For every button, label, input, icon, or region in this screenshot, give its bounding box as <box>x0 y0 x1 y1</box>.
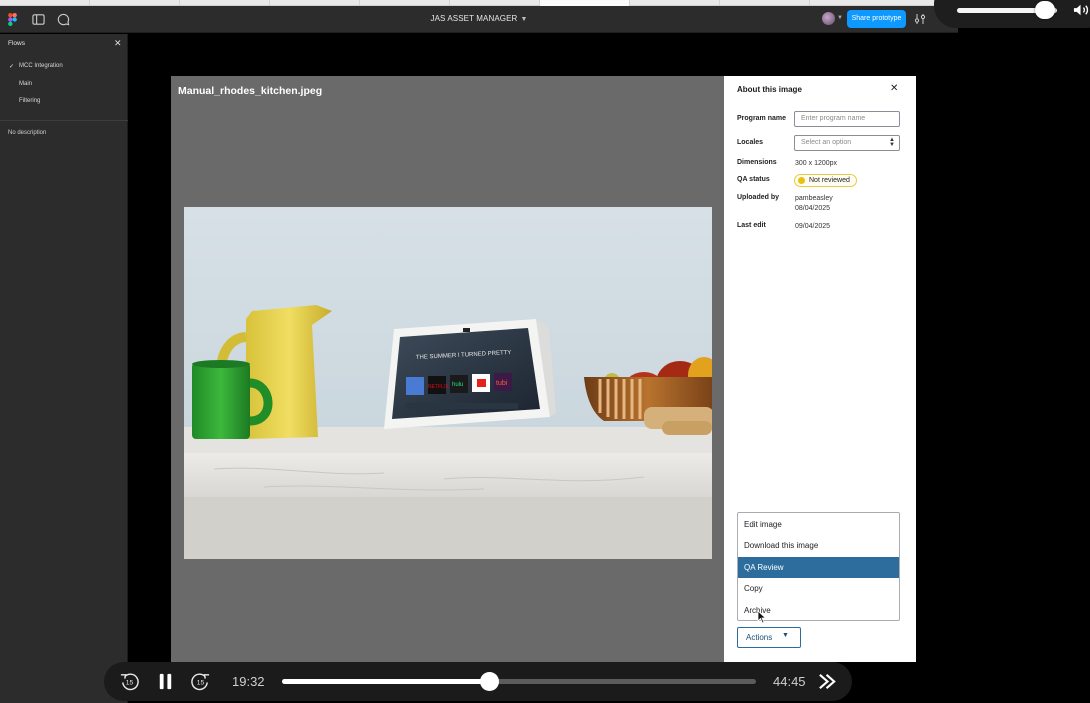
kitchen-scene-image: THE SUMMER I TURNED PRETTY NETFLIX hulu … <box>184 207 712 559</box>
image-preview-pane: Manual_rhodes_kitchen.jpeg THE SUMMER I … <box>171 76 724 662</box>
actions-menu: Edit image Download this image QA Review… <box>737 512 900 621</box>
menu-item-edit-image[interactable]: Edit image <box>738 514 899 535</box>
dimensions-value: 300 x 1200px <box>795 160 838 167</box>
file-title-text: JAS ASSET MANAGER <box>430 14 518 23</box>
volume-control <box>934 0 1090 28</box>
program-name-input[interactable]: Enter program name <box>794 111 900 127</box>
dimensions-label: Dimensions <box>737 159 777 166</box>
device-app-tubi: tubi <box>496 380 508 387</box>
select-arrows-icon: ▲ ▼ <box>889 137 895 148</box>
seek-bar-fill <box>282 679 490 684</box>
seek-bar-handle[interactable] <box>479 672 499 691</box>
menu-item-qa-review[interactable]: QA Review <box>738 557 899 578</box>
prototype-toolbar: JAS ASSET MANAGER ▼ ▼ Share prototype <box>0 6 958 33</box>
seek-bar[interactable] <box>282 672 756 691</box>
skip-forward-seconds: 15 <box>197 679 205 686</box>
locales-label: Locales <box>737 139 764 146</box>
flow-item-filtering[interactable]: Filtering <box>19 98 40 104</box>
skip-back-seconds: 15 <box>126 679 134 686</box>
flows-panel: Flows ✕ ✓ MCC Integration Main Filtering… <box>0 34 128 703</box>
skip-back-icon[interactable]: 15 <box>119 671 140 692</box>
status-dot-icon <box>798 177 805 184</box>
panel-title: About this image <box>737 85 802 94</box>
uploaded-by-user: pambeasley <box>795 195 833 202</box>
close-icon[interactable]: ✕ <box>890 83 898 94</box>
caret-down-icon: ▼ <box>782 632 789 639</box>
flows-panel-title: Flows <box>8 40 25 47</box>
uploaded-date: 08/04/2025 <box>795 205 831 212</box>
settings-sliders-icon[interactable] <box>914 13 926 25</box>
image-detail-modal: Manual_rhodes_kitchen.jpeg THE SUMMER I … <box>171 76 916 662</box>
locales-select[interactable]: Select an option ▲ ▼ <box>794 135 900 151</box>
qa-status-label: QA status <box>737 176 770 183</box>
chevron-down-icon: ▼ <box>520 16 528 23</box>
device-app-netflix: NETFLIX <box>428 384 449 390</box>
elapsed-time: 19:32 <box>232 674 265 689</box>
divider <box>0 120 128 121</box>
fast-forward-icon[interactable] <box>817 671 838 692</box>
uploaded-by-label: Uploaded by <box>737 194 780 201</box>
status-badge: Not reviewed <box>794 174 857 187</box>
chevron-down-icon[interactable]: ▼ <box>837 15 843 21</box>
status-badge-text: Not reviewed <box>809 177 850 184</box>
speaker-icon[interactable] <box>1073 3 1090 17</box>
last-edit-label: Last edit <box>737 222 766 229</box>
video-player-controls: 15 15 19:32 44:45 <box>104 662 852 701</box>
volume-slider-handle[interactable] <box>1035 1 1055 19</box>
mouse-cursor-icon <box>757 610 767 624</box>
checkmark-icon: ✓ <box>9 64 15 70</box>
skip-forward-icon[interactable]: 15 <box>190 671 211 692</box>
file-title[interactable]: JAS ASSET MANAGER ▼ <box>0 14 958 23</box>
about-image-panel: About this image ✕ Program name Enter pr… <box>724 76 916 662</box>
kitchen-photo: THE SUMMER I TURNED PRETTY NETFLIX hulu … <box>184 207 712 559</box>
menu-item-copy[interactable]: Copy <box>738 578 899 599</box>
pause-icon[interactable] <box>155 671 176 692</box>
device-app-hulu: hulu <box>452 382 463 388</box>
flow-item-mcc-integration[interactable]: MCC Integration <box>19 63 63 69</box>
program-name-label: Program name <box>737 115 787 122</box>
actions-button[interactable]: Actions ▼ <box>737 627 801 648</box>
share-prototype-button[interactable]: Share prototype <box>847 10 906 28</box>
close-icon[interactable]: ✕ <box>114 38 122 49</box>
flow-description: No description <box>8 130 47 136</box>
total-time: 44:45 <box>773 674 806 689</box>
image-filename: Manual_rhodes_kitchen.jpeg <box>178 85 323 97</box>
screen-root: JAS ASSET MANAGER ▼ ▼ Share prototype Flo… <box>0 0 1090 703</box>
actions-button-label: Actions <box>746 633 773 642</box>
locales-select-value: Select an option <box>801 139 852 146</box>
last-edit-value: 09/04/2025 <box>795 223 831 230</box>
avatar[interactable] <box>822 12 835 25</box>
menu-item-download-image[interactable]: Download this image <box>738 535 899 556</box>
flow-item-main[interactable]: Main <box>19 81 32 87</box>
